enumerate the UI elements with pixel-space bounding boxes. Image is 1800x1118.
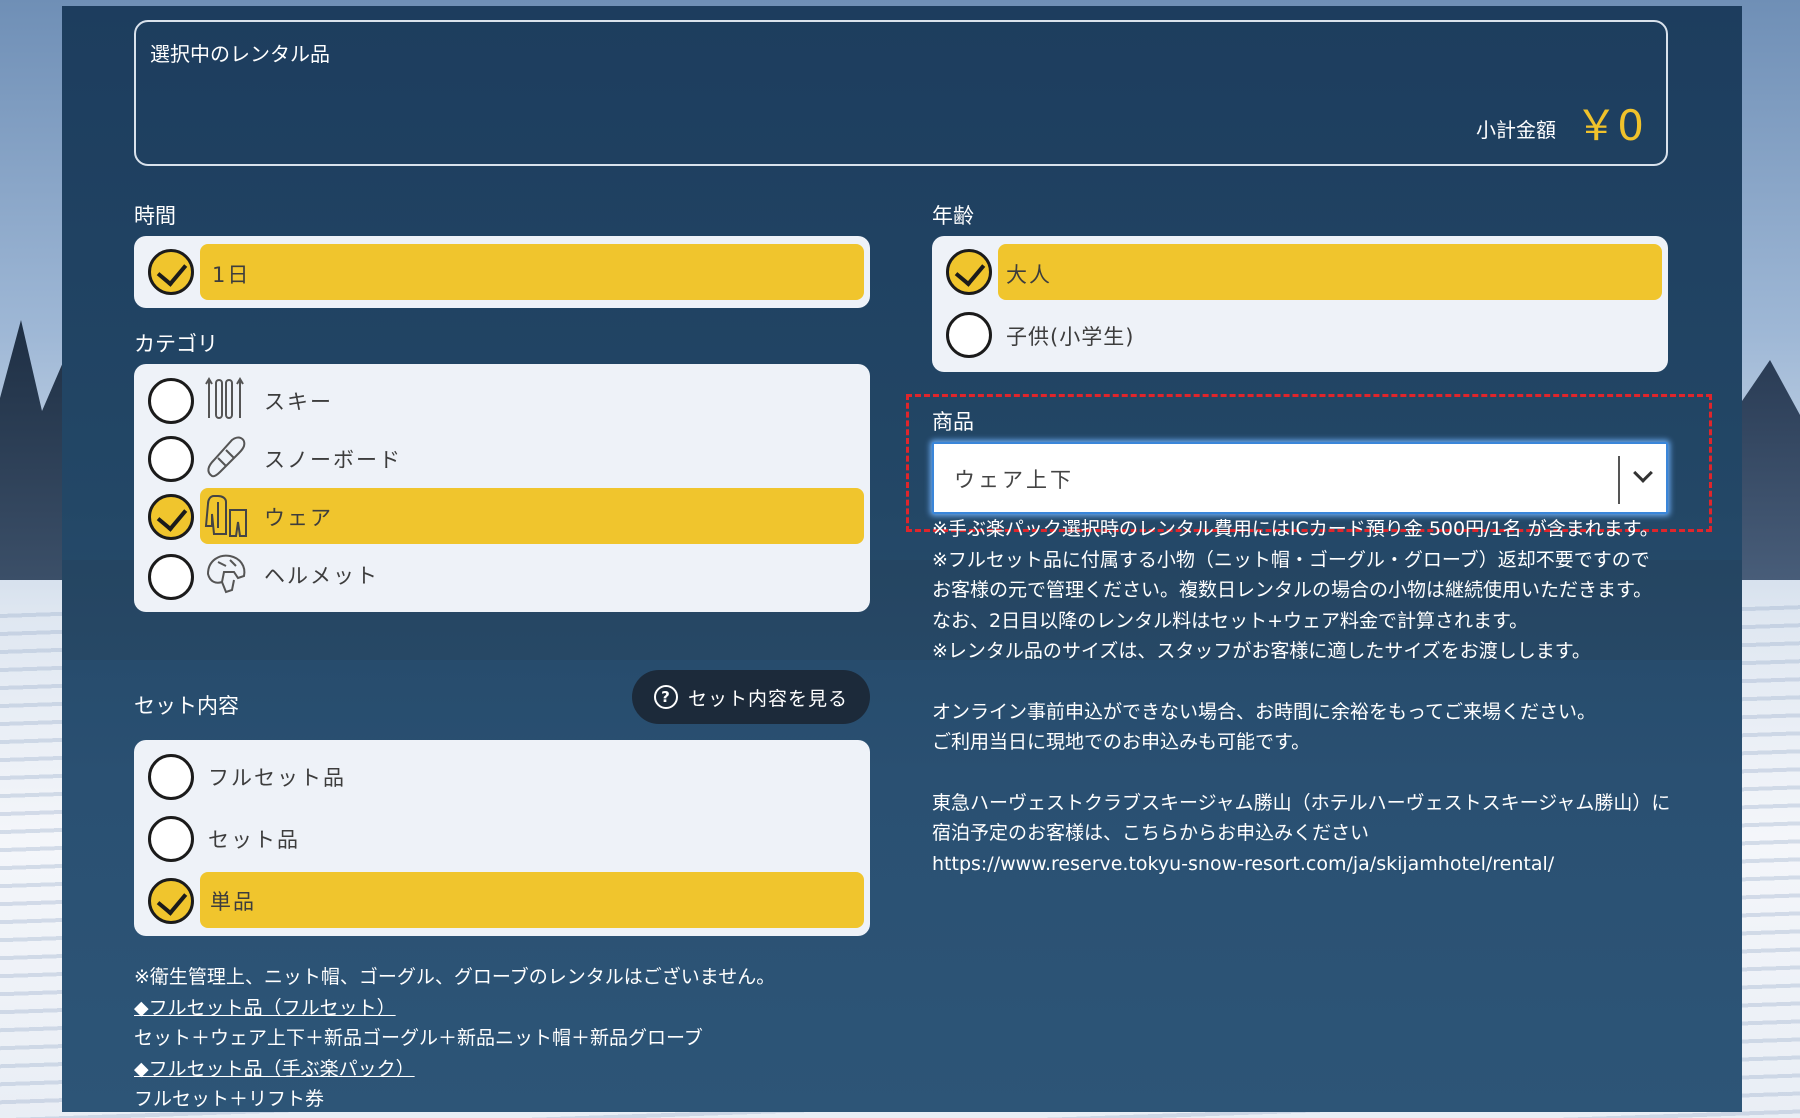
category-card: スキー スノーボード ウェア ヘルメット (134, 364, 870, 612)
set-radio-single[interactable] (148, 878, 194, 924)
note-line: お客様の元で管理ください。複数日レンタルの場合の小物は継続使用いただきます。 (932, 579, 1653, 601)
snowboard-icon (207, 436, 246, 478)
selected-rental-title: 選択中のレンタル品 (150, 42, 330, 66)
set-contents-label: セット内容 (134, 694, 239, 718)
time-option-label: 1日 (212, 263, 251, 287)
hygiene-note: ※衛生管理上、ニット帽、ゴーグル、グローブのレンタルはございません。 (134, 966, 776, 988)
note-line: ※手ぶ楽パック選択時のレンタル費用にはICカード預り金 500円/1名 が含まれ… (932, 518, 1659, 540)
product-select[interactable]: ウェア上下 (932, 442, 1668, 514)
set-label-fullset: フルセット品 (208, 766, 346, 790)
rental-notes: ※手ぶ楽パック選択時のレンタル費用にはICカード預り金 500円/1名 が含まれ… (932, 514, 1672, 879)
category-label-wear: ウェア (264, 506, 333, 530)
set-label-single: 単品 (210, 890, 256, 914)
category-label: カテゴリ (134, 332, 218, 356)
note-line: なお、2日目以降のレンタル料はセット+ウェア料金で計算されます。 (932, 609, 1529, 632)
set-radio-set[interactable] (148, 816, 194, 862)
age-radio-adult[interactable] (946, 249, 992, 295)
bottom-notes: ※衛生管理上、ニット帽、ゴーグル、グローブのレンタルはございません。 ◆フルセッ… (134, 962, 894, 1115)
hotel-rental-link[interactable]: https://www.reserve.tokyu-snow-resort.co… (932, 849, 1672, 880)
helmet-icon (206, 554, 246, 594)
product-label: 商品 (932, 410, 974, 434)
fullset-description: セット＋ウェア上下＋新品ゴーグル＋新品ニット帽＋新品グローブ (134, 1027, 703, 1049)
tebura-pack-description: フルセット＋リフト券 (134, 1088, 325, 1110)
note-line: ご利用当日に現地でのお申込みも可能です。 (932, 731, 1311, 753)
note-line: オンライン事前申込ができない場合、お時間に余裕をもってご来場ください。 (932, 700, 1597, 723)
set-radio-fullset[interactable] (148, 754, 194, 800)
category-radio-wear[interactable] (148, 494, 194, 540)
set-label-set: セット品 (208, 828, 300, 852)
note-line: 東急ハーヴェストクラブスキージャム勝山（ホテルハーヴェストスキージャム勝山）に宿… (932, 791, 1671, 845)
age-option-adult[interactable]: 大人 (998, 244, 1662, 300)
time-radio-1day[interactable] (148, 249, 194, 295)
category-label-helmet: ヘルメット (264, 564, 379, 588)
age-label-child: 子供(小学生) (1006, 325, 1135, 349)
time-card: 1日 (134, 236, 870, 308)
fullset-link[interactable]: ◆フルセット品（フルセット） (134, 993, 894, 1024)
subtotal-value: ￥0 (1575, 101, 1644, 150)
chevron-down-icon (1633, 463, 1653, 483)
age-label: 年齢 (932, 204, 974, 228)
note-line: ※レンタル品のサイズは、スタッフがお客様に適したサイズをお渡しします。 (932, 640, 1591, 662)
set-option-single[interactable]: 単品 (200, 872, 864, 928)
age-radio-child[interactable] (946, 312, 992, 358)
time-label: 時間 (134, 204, 176, 228)
view-set-contents-button[interactable]: ? セット内容を見る (632, 670, 870, 724)
selected-rental-box: 選択中のレンタル品 小計金額 ￥0 (134, 20, 1668, 166)
set-contents-card: フルセット品 セット品 単品 (134, 740, 870, 936)
category-label-ski: スキー (264, 390, 333, 414)
note-line: ※フルセット品に付属する小物（ニット帽・ゴーグル・グローブ）返却不要ですので (932, 548, 1650, 571)
ski-icon (205, 377, 244, 419)
wear-icon (204, 495, 247, 537)
category-radio-snowboard[interactable] (148, 436, 194, 482)
category-label-snowboard: スノーボード (264, 448, 402, 472)
tebura-pack-link[interactable]: ◆フルセット品（手ぶ楽パック） (134, 1054, 894, 1085)
product-select-value: ウェア上下 (954, 468, 1074, 492)
category-radio-ski[interactable] (148, 378, 194, 424)
age-card: 大人 子供(小学生) (932, 236, 1668, 372)
age-label-adult: 大人 (1006, 263, 1052, 287)
time-option-1day[interactable]: 1日 (200, 244, 864, 300)
select-divider (1618, 456, 1620, 504)
view-set-contents-label: セット内容を見る (688, 687, 849, 710)
question-icon: ? (654, 685, 678, 709)
category-radio-helmet[interactable] (148, 554, 194, 600)
subtotal-label: 小計金額 (1476, 118, 1556, 142)
